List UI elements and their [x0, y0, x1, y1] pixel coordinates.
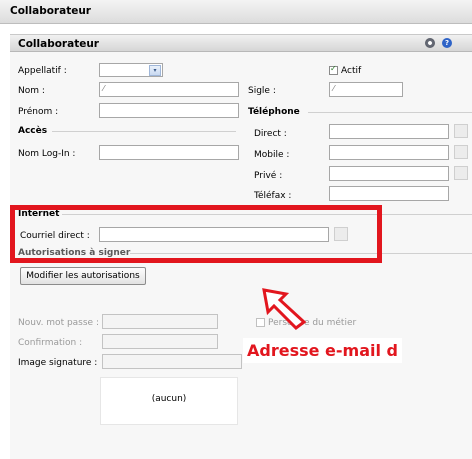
prenom-input[interactable] — [99, 103, 239, 118]
image-placeholder-text: (aucun) — [151, 394, 187, 404]
dropdown-arrow-icon[interactable]: ▾ — [149, 65, 161, 76]
window-title: Collaborateur — [10, 5, 91, 17]
mobile-phone-input[interactable] — [329, 145, 449, 160]
mobile-dial-button[interactable] — [454, 145, 468, 159]
confirmation-label: Confirmation : — [18, 338, 83, 348]
nom-input[interactable]: ⁄ — [99, 82, 239, 97]
telefax-label: Téléfax : — [254, 191, 292, 201]
edit-pen-icon: ⁄ — [103, 84, 105, 93]
nom-label: Nom : — [18, 86, 45, 96]
telefax-input[interactable] — [329, 186, 449, 201]
prive-dial-button[interactable] — [454, 166, 468, 180]
nouv-mot-passe-label: Nouv. mot passe : — [18, 318, 99, 328]
nom-login-input[interactable] — [99, 145, 239, 160]
annotation-arrow-icon — [262, 288, 307, 330]
gear-icon[interactable] — [425, 38, 435, 48]
acces-section-title: Accès — [18, 126, 48, 136]
mobile-label: Mobile : — [254, 150, 290, 160]
confirmation-input[interactable] — [102, 334, 218, 349]
prenom-label: Prénom : — [18, 107, 59, 117]
telephone-section-title: Téléphone — [248, 107, 300, 117]
actif-label: Actif — [341, 66, 362, 76]
highlight-box — [10, 205, 382, 263]
sigle-label: Sigle : — [248, 86, 276, 96]
annotation-label: Adresse e-mail d — [243, 338, 402, 363]
prive-phone-input[interactable] — [329, 166, 449, 181]
image-signature-input[interactable] — [102, 354, 242, 369]
panel-header: Collaborateur ? — [10, 34, 472, 52]
image-signature-preview[interactable]: (aucun) — [100, 377, 238, 425]
nom-login-label: Nom Log-In : — [18, 149, 76, 159]
nouv-mot-passe-input[interactable] — [102, 314, 218, 329]
help-icon[interactable]: ? — [442, 38, 452, 48]
acces-divider — [52, 131, 236, 132]
telephone-divider — [308, 112, 472, 113]
direct-dial-button[interactable] — [454, 124, 468, 138]
direct-phone-input[interactable] — [329, 124, 449, 139]
actif-checkbox[interactable] — [329, 64, 338, 75]
image-signature-label: Image signature : — [18, 358, 98, 368]
sigle-input[interactable]: ⁄ — [329, 82, 403, 97]
prive-label: Privé : — [254, 171, 283, 181]
window-title-bar: Collaborateur — [0, 0, 472, 24]
appellatif-label: Appellatif : — [18, 66, 67, 76]
panel-title: Collaborateur — [18, 38, 99, 50]
direct-label: Direct : — [254, 129, 287, 139]
appellatif-select[interactable]: ▾ — [99, 63, 163, 77]
modifier-autorisations-button[interactable]: Modifier les autorisations — [20, 267, 146, 285]
edit-pen-icon: ⁄ — [333, 84, 335, 93]
